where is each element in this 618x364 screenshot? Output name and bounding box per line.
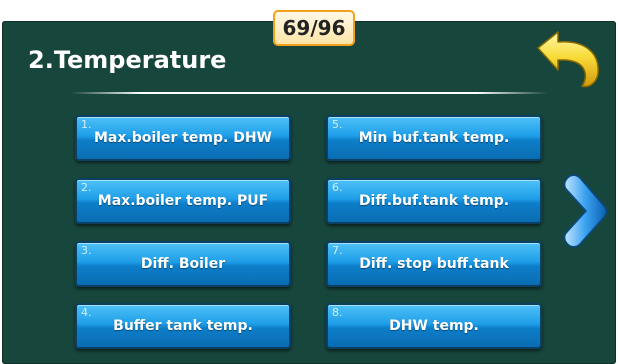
menu-item-label: Buffer tank temp. [113, 318, 253, 334]
menu-item-label: Diff. Boiler [140, 256, 226, 272]
page-counter: 69/96 [273, 10, 355, 46]
menu-item-label: DHW temp. [389, 318, 479, 334]
menu-item-label: Diff.buf.tank temp. [358, 193, 510, 209]
menu-item-min-buf-tank-temp[interactable]: 5. Min buf.tank temp. [326, 115, 542, 161]
back-arrow-icon [537, 31, 599, 88]
menu-item-buffer-tank-temp[interactable]: 4. Buffer tank temp. [75, 303, 291, 349]
menu-item-label: Max.boiler temp. DHW [93, 130, 272, 146]
menu-item-label: Diff. stop buff.tank [359, 256, 509, 272]
menu-item-diff-boiler[interactable]: 3. Diff. Boiler [75, 241, 291, 287]
menu-item-label: Min buf.tank temp. [358, 130, 510, 146]
back-button[interactable] [532, 26, 608, 90]
menu-item-dhw-temp[interactable]: 8. DHW temp. [326, 303, 542, 349]
chevron-right-icon [563, 174, 607, 248]
menu-item-max-boiler-temp-puf[interactable]: 2. Max.boiler temp. PUF [75, 178, 291, 224]
menu-item-label: Max.boiler temp. PUF [97, 193, 269, 209]
title-divider [70, 92, 548, 94]
page-title: 2.Temperature [28, 46, 227, 74]
menu-item-diff-stop-buff-tank[interactable]: 7. Diff. stop buff.tank [326, 241, 542, 287]
menu-item-max-boiler-temp-dhw[interactable]: 1. Max.boiler temp. DHW [75, 115, 291, 161]
menu-item-diff-buf-tank-temp[interactable]: 6. Diff.buf.tank temp. [326, 178, 542, 224]
next-page-button[interactable] [560, 172, 610, 250]
